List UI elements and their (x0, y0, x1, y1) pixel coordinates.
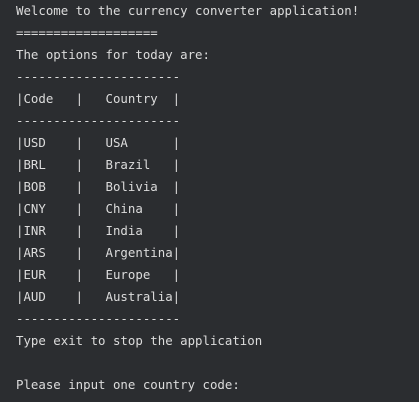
separator-equals: =================== (16, 25, 158, 40)
exit-instruction: Type exit to stop the application (16, 333, 263, 348)
table-row: |AUD | Australia| (16, 289, 181, 304)
table-row: |ARS | Argentina| (16, 245, 181, 260)
table-row: |CNY | China | (16, 201, 181, 216)
table-border-top: ---------------------- (16, 69, 181, 84)
table-row: |EUR | Europe | (16, 267, 181, 282)
table-border-bottom: ---------------------- (16, 311, 181, 326)
input-prompt[interactable]: Please input one country code: (16, 374, 416, 396)
welcome-message: Welcome to the currency converter applic… (16, 3, 360, 18)
console-output: Welcome to the currency converter applic… (16, 0, 416, 396)
table-row: |BOB | Bolivia | (16, 179, 181, 194)
table-row: |USD | USA | (16, 135, 181, 150)
table-border-header: ---------------------- (16, 113, 181, 128)
table-header-row: |Code | Country | (16, 91, 181, 106)
options-heading: The options for today are: (16, 47, 210, 62)
table-row: |BRL | Brazil | (16, 157, 181, 172)
table-row: |INR | India | (16, 223, 181, 238)
